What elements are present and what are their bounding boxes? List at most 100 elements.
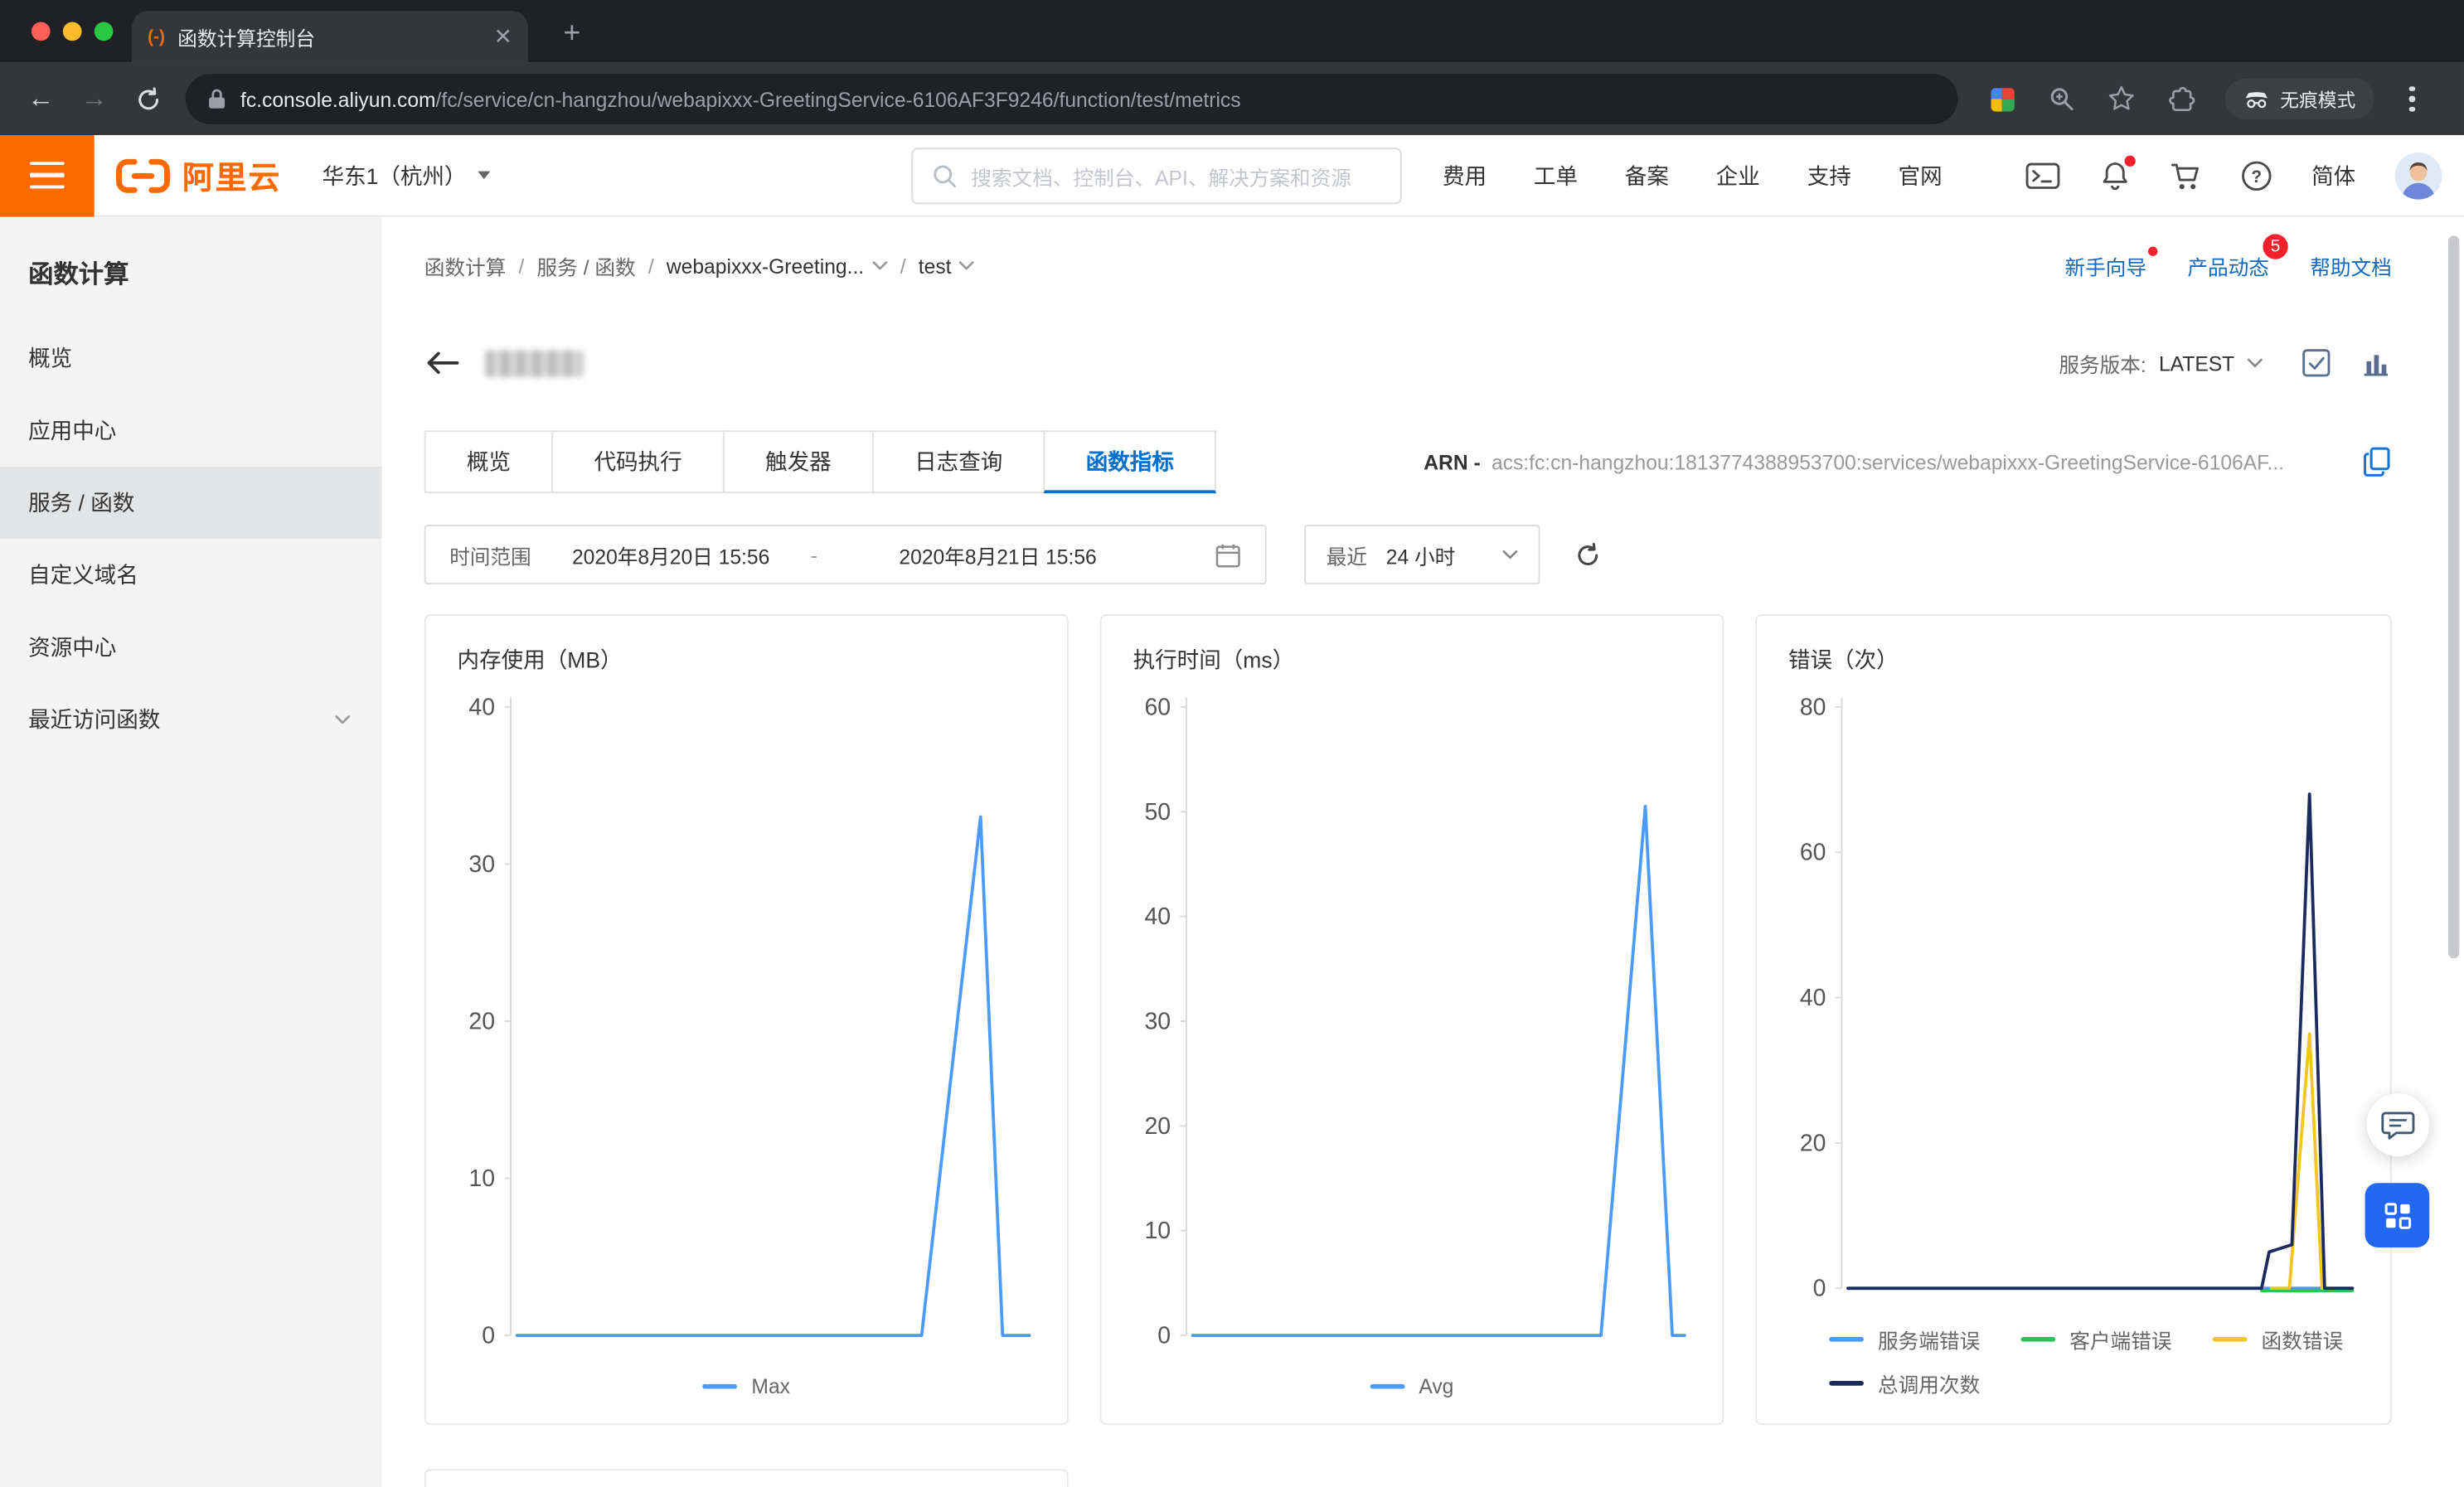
feedback-chat-button[interactable]	[2366, 1093, 2429, 1156]
new-tab-button[interactable]: +	[550, 12, 594, 56]
legend-item: Max	[703, 1374, 790, 1397]
breadcrumb-item[interactable]: 服务 / 函数	[537, 250, 636, 280]
function-tab[interactable]: 函数指标	[1044, 430, 1216, 493]
user-avatar[interactable]	[2395, 153, 2442, 200]
header-nav-item[interactable]: 备案	[1625, 160, 1669, 191]
header-nav-item[interactable]: 官网	[1899, 160, 1943, 191]
close-window-button[interactable]	[32, 22, 51, 41]
arn-value: acs:fc:cn-hangzhou:1813774388953700:serv…	[1491, 450, 2284, 473]
screenshot-stage: (-) 函数计算控制台 ✕ + ← → fc.console.aliyun.co…	[0, 0, 2464, 1487]
legend-marker	[703, 1384, 738, 1389]
range-separator: -	[811, 543, 817, 566]
function-title-row: 服务版本: LATEST	[424, 337, 2392, 390]
breadcrumb-item[interactable]: test	[919, 254, 975, 277]
legend-item: 总调用次数	[1829, 1368, 1980, 1398]
service-version-selector[interactable]: 服务版本: LATEST	[2059, 348, 2263, 378]
back-arrow-icon[interactable]	[424, 351, 459, 375]
breadcrumb-item[interactable]: 函数计算	[424, 250, 507, 280]
legend-marker	[1829, 1337, 1864, 1342]
minimize-window-button[interactable]	[63, 22, 82, 41]
svg-text:30: 30	[1144, 1008, 1171, 1034]
calendar-button[interactable]	[1215, 541, 1241, 568]
header-nav-item[interactable]: 支持	[1807, 160, 1851, 191]
scrollbar-thumb[interactable]	[2448, 235, 2459, 958]
maximize-window-button[interactable]	[95, 22, 114, 41]
legend-item: Avg	[1370, 1374, 1454, 1397]
mini-apps-button[interactable]	[2365, 1183, 2430, 1247]
refresh-button[interactable]	[1574, 541, 1601, 568]
browser-toolbar: ← → fc.console.aliyun.com/fc/service/cn-…	[0, 63, 2464, 135]
main-content: 函数计算/服务 / 函数/webapixxx-Greeting.../test …	[382, 217, 2464, 1487]
svg-text:0: 0	[482, 1323, 495, 1349]
browser-menu-button[interactable]	[2399, 86, 2424, 112]
time-range-picker[interactable]: 时间范围 2020年8月20日 15:56 - 2020年8月21日 15:56	[424, 525, 1267, 584]
bar-chart-icon[interactable]	[2360, 347, 2392, 379]
browser-tab[interactable]: (-) 函数计算控制台 ✕	[132, 11, 528, 63]
language-switch[interactable]: 简体	[2311, 160, 2355, 191]
quick-link[interactable]: 帮助文档	[2310, 250, 2392, 280]
cart-button[interactable]	[2171, 161, 2202, 191]
header-nav-item[interactable]: 工单	[1534, 160, 1578, 191]
sidebar-item-label: 服务 / 函数	[28, 487, 351, 519]
function-tab[interactable]: 代码执行	[551, 430, 724, 493]
url-text: fc.console.aliyun.com/fc/service/cn-hang…	[240, 87, 1241, 110]
copy-arn-button[interactable]	[2345, 446, 2392, 477]
sidebar-item-label: 自定义域名	[28, 559, 351, 591]
calendar-icon	[1215, 541, 1241, 568]
sidebar-item[interactable]: 资源中心	[0, 611, 382, 683]
start-datetime: 2020年8月20日 15:56	[572, 540, 769, 569]
forward-button[interactable]: →	[69, 74, 119, 124]
tab-close-icon[interactable]: ✕	[494, 23, 512, 50]
search-icon	[932, 163, 957, 188]
quick-link[interactable]: 产品动态5	[2187, 250, 2269, 280]
sidebar-items: 概览应用中心服务 / 函数自定义域名资源中心最近访问函数	[0, 322, 382, 756]
breadcrumb-separator: /	[519, 254, 525, 277]
tabs-row: 概览代码执行触发器日志查询函数指标 ARN - acs:fc:cn-hangzh…	[424, 430, 2392, 493]
global-search-input[interactable]: 搜索文档、控制台、API、解决方案和资源	[911, 148, 1401, 204]
back-button[interactable]: ←	[16, 74, 66, 124]
address-bar[interactable]: fc.console.aliyun.com/fc/service/cn-hang…	[186, 74, 1958, 124]
function-tab[interactable]: 触发器	[723, 430, 874, 493]
extension-colored-button[interactable]	[1983, 80, 2020, 118]
notifications-button[interactable]	[2099, 160, 2131, 191]
service-version-label: 服务版本:	[2059, 348, 2146, 378]
incognito-label: 无痕模式	[2280, 85, 2355, 112]
breadcrumb-item-label: 函数计算	[424, 250, 507, 280]
reload-button[interactable]	[123, 74, 173, 124]
function-tab[interactable]: 日志查询	[872, 430, 1045, 493]
count-badge: 5	[2263, 233, 2287, 258]
breadcrumb: 函数计算/服务 / 函数/webapixxx-Greeting.../test	[424, 250, 975, 280]
breadcrumb-item[interactable]: webapixxx-Greeting...	[667, 254, 888, 277]
header-nav-item[interactable]: 费用	[1443, 160, 1487, 191]
svg-text:30: 30	[468, 851, 495, 878]
breadcrumb-item-label: webapixxx-Greeting...	[667, 254, 864, 277]
legend-marker	[1829, 1381, 1864, 1386]
help-button[interactable]: ?	[2241, 160, 2272, 191]
hamburger-menu-button[interactable]	[0, 134, 95, 216]
quick-range-value: 24 小时	[1386, 540, 1456, 569]
quick-range-select[interactable]: 最近 24 小时	[1304, 525, 1540, 584]
extension-icon	[1991, 87, 2014, 110]
header-nav-item[interactable]: 企业	[1716, 160, 1760, 191]
sidebar-item-label: 最近访问函数	[28, 704, 335, 735]
refresh-icon	[1574, 541, 1601, 568]
bookmark-button[interactable]	[2103, 80, 2140, 118]
chevron-down-icon	[2247, 358, 2263, 367]
aliyun-logo[interactable]: 阿里云	[114, 153, 281, 198]
aliyun-logo-icon	[114, 157, 171, 194]
version-check-icon[interactable]	[2301, 347, 2332, 379]
sidebar-item[interactable]: 概览	[0, 322, 382, 395]
sidebar-item[interactable]: 最近访问函数	[0, 683, 382, 755]
sidebar-item[interactable]: 应用中心	[0, 395, 382, 467]
svg-text:10: 10	[1144, 1218, 1171, 1244]
quick-link[interactable]: 新手向导	[2064, 250, 2146, 280]
function-tab[interactable]: 概览	[424, 430, 553, 493]
extensions-button[interactable]	[2162, 80, 2200, 118]
region-selector[interactable]: 华东1（杭州）	[323, 159, 490, 191]
sidebar-item[interactable]: 自定义域名	[0, 539, 382, 611]
sidebar-item[interactable]: 服务 / 函数	[0, 467, 382, 539]
zoom-button[interactable]	[2043, 80, 2080, 118]
chart-title: 执行时间（ms）	[1133, 644, 1691, 676]
sidebar-item-label: 应用中心	[28, 414, 351, 446]
console-shortcut-button[interactable]	[2025, 162, 2060, 190]
